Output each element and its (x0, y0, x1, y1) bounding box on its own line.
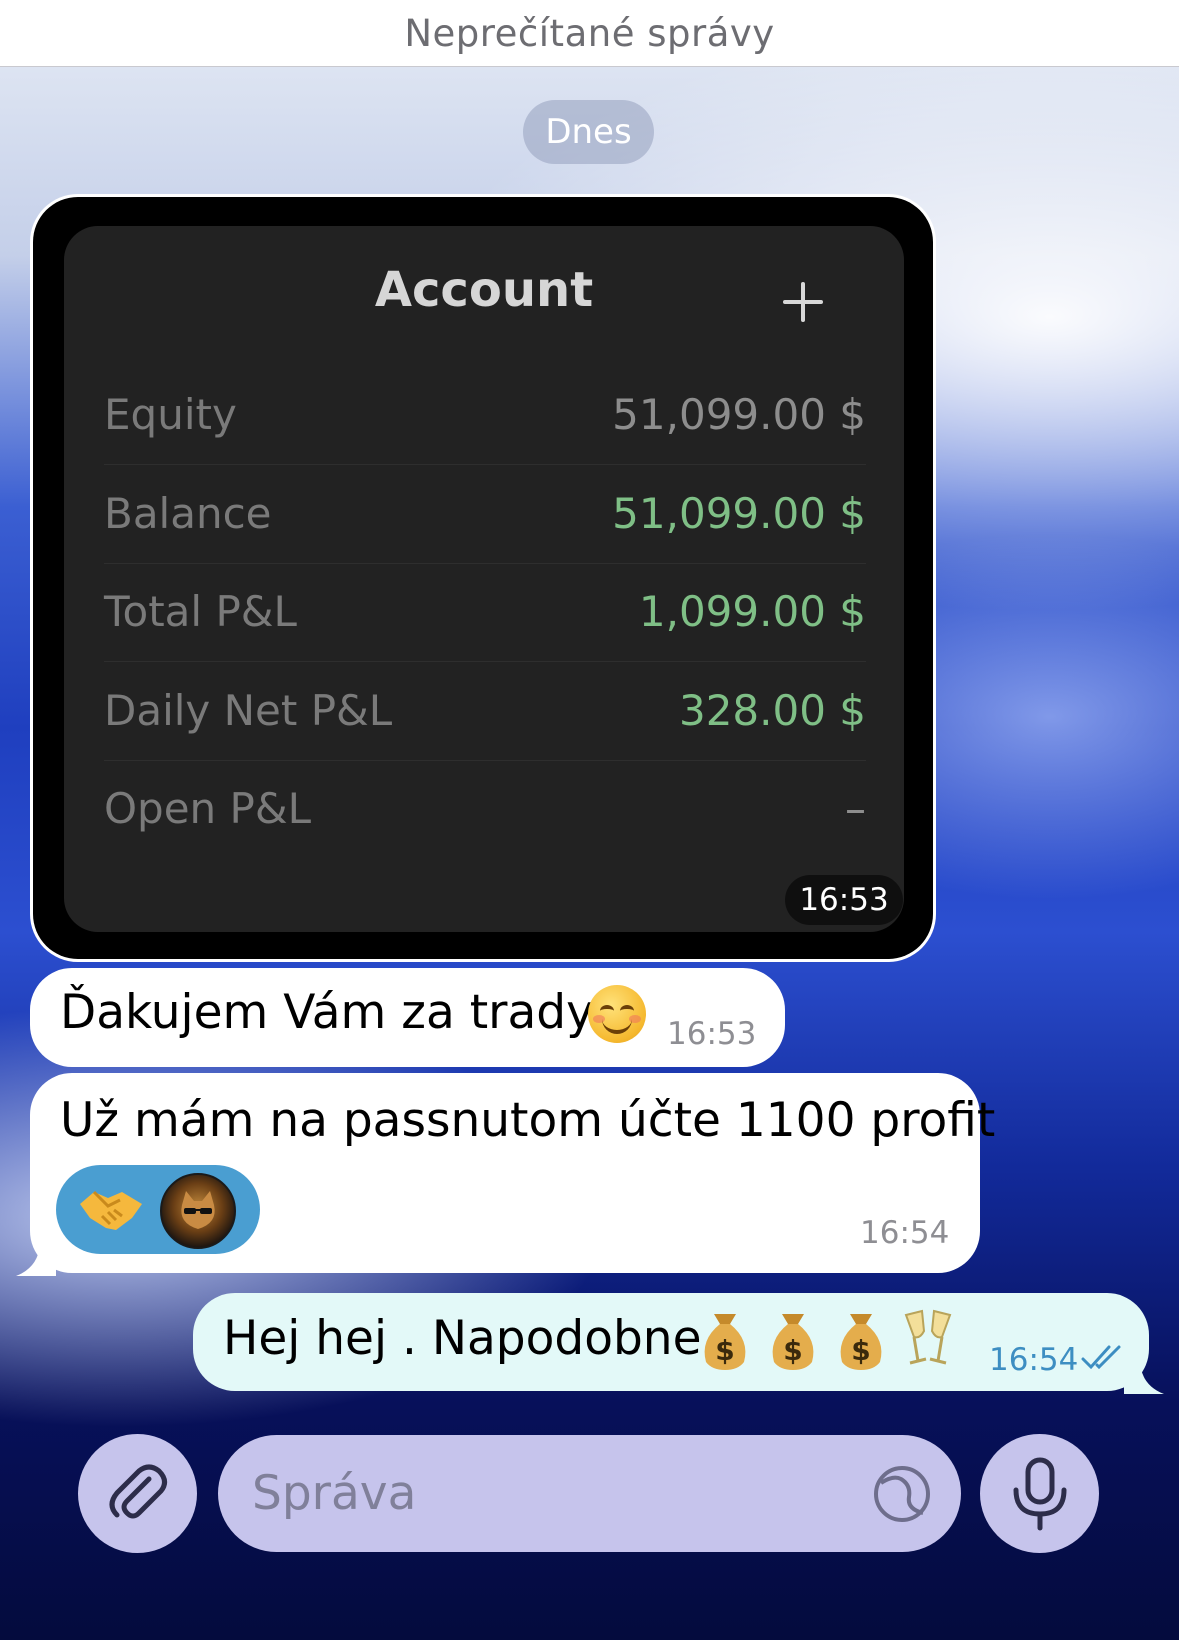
account-title: Account (374, 262, 594, 318)
date-separator: Dnes (523, 100, 654, 164)
champagne-glasses-icon (904, 1309, 952, 1365)
time-label: 16:53 (799, 882, 889, 918)
incoming-message[interactable]: Ďakujem Vám za trady 16:53 (30, 968, 785, 1067)
money-bag-icon: $ (840, 1314, 882, 1370)
date-separator-label: Dnes (545, 112, 632, 152)
unread-messages-title: Neprečítané správy (404, 11, 775, 55)
message-text: Ďakujem Vám za trady (60, 985, 594, 1040)
image-message[interactable]: Account Equity 51,099.00 $ Balance 51,09… (30, 194, 936, 962)
row-label: Equity (104, 389, 237, 439)
svg-text:$: $ (715, 1334, 734, 1367)
message-text: Už mám na passnutom účte 1100 profit (60, 1093, 996, 1148)
account-row-daily-net-pnl: Daily Net P&L 328.00 $ (104, 660, 866, 761)
smiling-face-icon (588, 985, 646, 1043)
money-bag-icon: $ (704, 1314, 746, 1370)
microphone-icon (1013, 1457, 1066, 1530)
account-row-balance: Balance 51,099.00 $ (104, 463, 866, 564)
row-label: Open P&L (104, 783, 312, 833)
microphone-button[interactable] (980, 1434, 1099, 1553)
message-text: Hej hej . Napodobne (223, 1311, 702, 1366)
message-input-placeholder: Správa (252, 1466, 417, 1521)
handshake-icon (80, 1190, 142, 1230)
account-row-total-pnl: Total P&L 1,099.00 $ (104, 561, 866, 662)
bubble-tail (1124, 1354, 1164, 1394)
message-time: 16:54 (860, 1215, 950, 1251)
reaction-avatar (160, 1173, 236, 1249)
row-value: 328.00 $ (678, 685, 866, 735)
svg-text:$: $ (851, 1334, 870, 1367)
svg-text:$: $ (783, 1334, 802, 1367)
row-value: 1,099.00 $ (638, 586, 866, 636)
row-label: Total P&L (104, 586, 297, 636)
read-checkmarks-icon (1081, 1345, 1121, 1370)
message-time: 16:54 (989, 1342, 1079, 1378)
account-row-open-pnl: Open P&L – (104, 758, 866, 858)
row-value: – (845, 783, 866, 833)
account-card: Account Equity 51,099.00 $ Balance 51,09… (64, 226, 904, 932)
unread-messages-header: Neprečítané správy (0, 0, 1179, 67)
outgoing-message[interactable]: Hej hej . Napodobne $ $ $ 16:54 (193, 1293, 1149, 1391)
account-row-equity: Equity 51,099.00 $ (104, 364, 866, 465)
paperclip-icon (109, 1464, 167, 1518)
message-time: 16:53 (667, 1016, 757, 1052)
bubble-tail (16, 1236, 56, 1276)
plus-icon (783, 282, 823, 322)
message-time: 16:53 (785, 875, 903, 925)
money-bag-icon: $ (772, 1314, 814, 1370)
message-input[interactable]: Správa (218, 1435, 961, 1552)
row-value: 51,099.00 $ (612, 488, 866, 538)
row-value: 51,099.00 $ (612, 389, 866, 439)
row-label: Balance (104, 488, 272, 538)
sticker-icon[interactable] (871, 1463, 933, 1525)
cat-avatar-icon (181, 1191, 215, 1229)
attach-button[interactable] (78, 1434, 197, 1553)
image-content[interactable]: Account Equity 51,099.00 $ Balance 51,09… (33, 197, 933, 959)
row-label: Daily Net P&L (104, 685, 393, 735)
